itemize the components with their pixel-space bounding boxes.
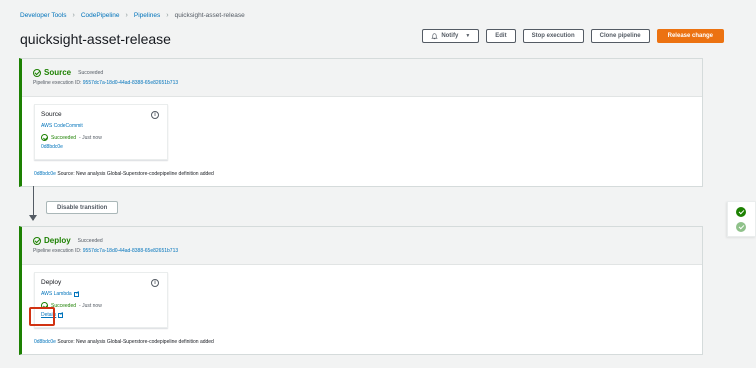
stage-header: Source Succeeded Pipeline execution ID: … bbox=[22, 59, 702, 97]
edit-button[interactable]: Edit bbox=[486, 29, 516, 43]
revision-text: Source: New analysis Global-Superstore-c… bbox=[57, 339, 214, 345]
action-commit-link-row: 0d8bdc0e bbox=[41, 144, 161, 150]
disable-transition-button[interactable]: Disable transition bbox=[46, 201, 119, 214]
header-actions: Notify ▼ Edit Stop execution Clone pipel… bbox=[422, 29, 724, 43]
page-title: quicksight-asset-release bbox=[20, 31, 171, 47]
action-name: Deploy bbox=[41, 279, 62, 286]
chevron-right-icon: › bbox=[125, 12, 128, 19]
info-icon[interactable]: i bbox=[151, 279, 159, 287]
revision-text: Source: New analysis Global-Superstore-c… bbox=[57, 171, 214, 177]
info-icon[interactable]: i bbox=[151, 111, 159, 119]
provider-link[interactable]: AWS Lambda bbox=[41, 291, 72, 297]
details-link-row: Details bbox=[41, 312, 161, 318]
stage-deploy: Deploy Succeeded Pipeline execution ID: … bbox=[19, 226, 703, 355]
stage-name: Deploy bbox=[44, 236, 71, 245]
breadcrumb-developer-tools[interactable]: Developer Tools bbox=[20, 12, 67, 19]
check-circle-icon bbox=[33, 68, 41, 77]
action-provider: AWS Lambda bbox=[41, 291, 161, 297]
breadcrumb: Developer Tools › CodePipeline › Pipelin… bbox=[20, 12, 245, 19]
revision-id-link[interactable]: 0d8bdc0e bbox=[34, 339, 56, 345]
stage-source: Source Succeeded Pipeline execution ID: … bbox=[19, 58, 703, 187]
stage-name: Source bbox=[44, 68, 72, 77]
execution-id-line: Pipeline execution ID: 9557dc7a-18d0-44a… bbox=[33, 80, 702, 86]
action-card-source: Source i AWS CodeCommit Succeeded - Just… bbox=[34, 104, 168, 160]
stage-title: Source Succeeded bbox=[33, 68, 702, 77]
commit-id-link[interactable]: 0d8bdc0e bbox=[41, 144, 63, 150]
action-name: Source bbox=[41, 111, 62, 118]
check-circle-icon bbox=[33, 236, 41, 245]
external-link-icon bbox=[58, 312, 64, 318]
action-provider: AWS CodeCommit bbox=[41, 123, 161, 129]
caret-down-icon: ▼ bbox=[465, 33, 471, 39]
notify-button[interactable]: Notify ▼ bbox=[422, 29, 480, 43]
highlight-box bbox=[29, 307, 55, 326]
execution-id-label: Pipeline execution ID: bbox=[33, 248, 82, 254]
external-link-icon bbox=[73, 291, 79, 297]
chevron-right-icon: › bbox=[166, 12, 169, 19]
action-status-time: - Just now bbox=[79, 134, 102, 141]
execution-id-line: Pipeline execution ID: 9557dc7a-18d0-44a… bbox=[33, 248, 702, 254]
action-status-time: - Just now bbox=[79, 302, 102, 309]
notify-label: Notify bbox=[441, 33, 459, 39]
action-status-label: Succeeded bbox=[51, 134, 77, 141]
action-status: Succeeded - Just now bbox=[41, 302, 161, 309]
stage-status: Succeeded bbox=[78, 69, 104, 76]
action-status: Succeeded - Just now bbox=[41, 134, 161, 141]
breadcrumb-pipelines[interactable]: Pipelines bbox=[134, 12, 160, 19]
breadcrumb-current: quicksight-asset-release bbox=[174, 12, 245, 19]
clone-pipeline-button[interactable]: Clone pipeline bbox=[590, 29, 650, 43]
check-circle-icon[interactable] bbox=[736, 222, 746, 232]
arrow-down-icon bbox=[29, 215, 37, 221]
execution-id-link[interactable]: 9557dc7a-18d0-44ad-8388-65e82651b713 bbox=[83, 248, 178, 254]
check-circle-icon bbox=[41, 134, 48, 141]
revision-id-link[interactable]: 0d8bdc0e bbox=[34, 171, 56, 177]
pipeline-page: Developer Tools › CodePipeline › Pipelin… bbox=[0, 0, 756, 368]
stage-status: Succeeded bbox=[77, 237, 103, 244]
stage-navigator bbox=[727, 201, 756, 237]
chevron-right-icon: › bbox=[72, 12, 75, 19]
release-change-button[interactable]: Release change bbox=[656, 29, 724, 43]
execution-id-link[interactable]: 9557dc7a-18d0-44ad-8388-65e82651b713 bbox=[83, 80, 178, 86]
stage-header: Deploy Succeeded Pipeline execution ID: … bbox=[22, 227, 702, 265]
execution-id-label: Pipeline execution ID: bbox=[33, 80, 82, 86]
breadcrumb-codepipeline[interactable]: CodePipeline bbox=[81, 12, 120, 19]
bell-icon bbox=[431, 32, 439, 39]
stop-execution-button[interactable]: Stop execution bbox=[522, 29, 584, 43]
check-circle-icon[interactable] bbox=[736, 207, 746, 217]
stage-title: Deploy Succeeded bbox=[33, 236, 702, 245]
revision-summary: 0d8bdc0e Source: New analysis Global-Sup… bbox=[34, 171, 214, 177]
revision-summary: 0d8bdc0e Source: New analysis Global-Sup… bbox=[34, 339, 214, 345]
provider-link[interactable]: AWS CodeCommit bbox=[41, 123, 83, 129]
